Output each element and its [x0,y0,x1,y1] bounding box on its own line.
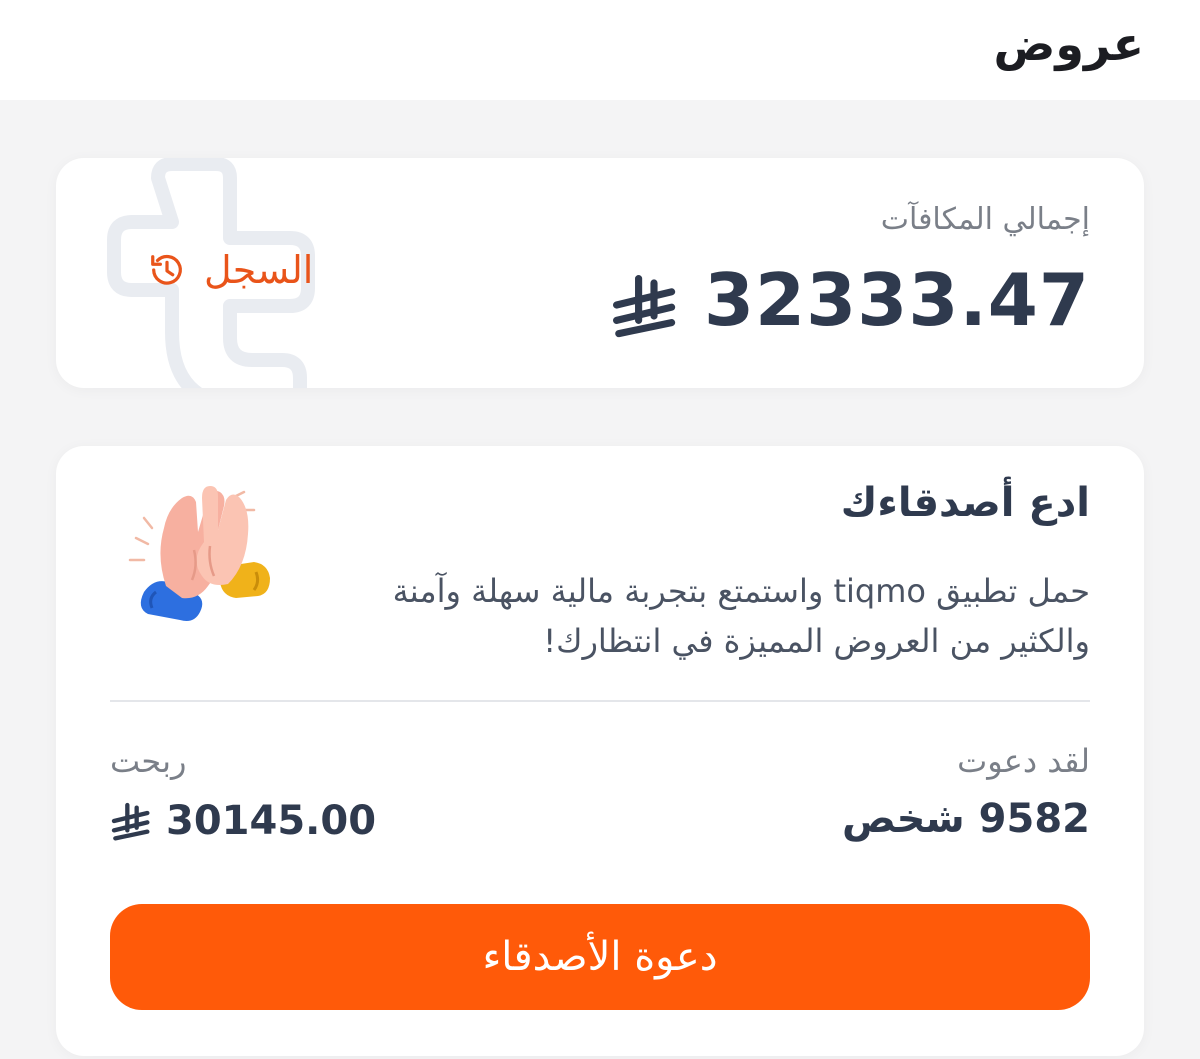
earned-label: ربحت [110,742,187,780]
invite-description: حمل تطبيق tiqmo واستمتع بتجربة مالية سهل… [392,572,1090,660]
saudi-riyal-icon [111,802,150,841]
high-five-hands-icon [128,486,270,621]
total-rewards-amount-row: 32333.47 [610,258,1090,342]
invited-count-label: لقد دعوت [957,742,1090,780]
total-rewards-label: إجمالي المكافآت [880,202,1090,237]
top-header: عروض [0,0,1200,100]
history-clock-icon [151,254,182,285]
total-rewards-card: إجمالي المكافآت 32333.47 السجل [56,158,1144,388]
invite-friends-button[interactable]: دعوة الأصدقاء [110,904,1090,1010]
invite-friends-button-label: دعوة الأصدقاء [482,934,718,980]
earned-amount: 30145.00 [166,798,377,844]
invite-friends-card: ادع أصدقاءك حمل تطبيق tiqmo واستمتع بتجر… [56,446,1144,1056]
earned-amount-row: 30145.00 [110,798,376,844]
section-divider [110,700,1090,702]
history-link[interactable]: السجل [148,248,313,292]
history-label: السجل [204,248,314,292]
total-rewards-amount: 32333.47 [703,258,1090,342]
invited-count-value: 9582 شخص [842,796,1090,842]
invite-title: ادع أصدقاءك [840,480,1090,526]
page-title: عروض [993,17,1144,71]
saudi-riyal-icon [612,275,676,338]
